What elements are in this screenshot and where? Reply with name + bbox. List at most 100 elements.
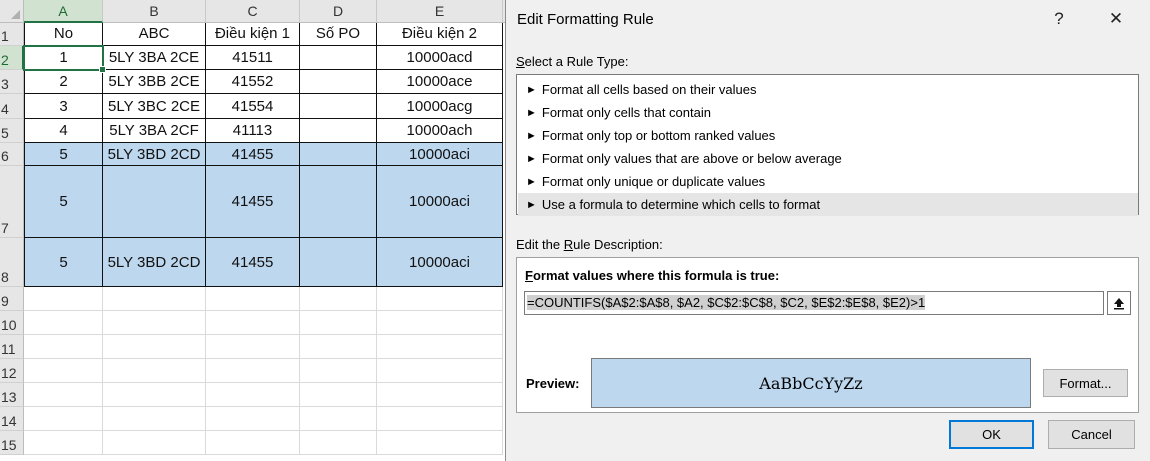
empty-cell[interactable] xyxy=(377,383,503,407)
table-cell[interactable] xyxy=(103,166,206,238)
table-cell[interactable]: 5LY 3BC 2CE xyxy=(103,94,206,119)
column-header-e[interactable]: E xyxy=(377,0,503,23)
column-header-a[interactable]: A xyxy=(24,0,103,23)
table-cell[interactable]: 41511 xyxy=(206,46,300,70)
ok-button[interactable]: OK xyxy=(949,420,1034,449)
empty-cell[interactable] xyxy=(377,407,503,431)
table-cell[interactable]: 41113 xyxy=(206,119,300,143)
column-header-b[interactable]: B xyxy=(103,0,206,23)
empty-cell[interactable] xyxy=(206,383,300,407)
table-cell[interactable]: 3 xyxy=(24,94,103,119)
table-cell[interactable]: 10000acd xyxy=(377,46,503,70)
table-cell[interactable]: 5LY 3BA 2CE xyxy=(103,46,206,70)
table-cell[interactable]: 2 xyxy=(24,70,103,94)
table-cell[interactable]: 5LY 3BB 2CE xyxy=(103,70,206,94)
header-cell[interactable]: ABC xyxy=(103,23,206,46)
empty-cell[interactable] xyxy=(24,431,103,455)
empty-cell[interactable] xyxy=(103,431,206,455)
table-cell[interactable] xyxy=(300,143,377,166)
table-cell[interactable]: 5 xyxy=(24,238,103,287)
table-cell[interactable]: 1 xyxy=(24,46,103,70)
row-header[interactable]: 11 xyxy=(0,335,24,359)
empty-cell[interactable] xyxy=(103,335,206,359)
empty-cell[interactable] xyxy=(377,287,503,311)
table-cell[interactable]: 5LY 3BD 2CD xyxy=(103,143,206,166)
row-header[interactable]: 15 xyxy=(0,431,24,455)
help-button[interactable]: ? xyxy=(1042,4,1076,34)
table-cell[interactable] xyxy=(300,94,377,119)
column-header-c[interactable]: C xyxy=(206,0,300,23)
collapse-dialog-button[interactable] xyxy=(1107,291,1131,315)
header-cell[interactable]: Số PO xyxy=(300,23,377,46)
empty-cell[interactable] xyxy=(377,335,503,359)
empty-cell[interactable] xyxy=(377,359,503,383)
empty-cell[interactable] xyxy=(24,335,103,359)
table-cell[interactable]: 41554 xyxy=(206,94,300,119)
row-header[interactable]: 13 xyxy=(0,383,24,407)
empty-cell[interactable] xyxy=(206,287,300,311)
row-header[interactable]: 8 xyxy=(0,238,24,287)
row-header[interactable]: 3 xyxy=(0,70,24,94)
row-header[interactable]: 10 xyxy=(0,311,24,335)
header-cell[interactable]: Điều kiện 1 xyxy=(206,23,300,46)
rule-type-item[interactable]: ► Format all cells based on their values xyxy=(518,78,1138,101)
empty-cell[interactable] xyxy=(103,383,206,407)
rule-type-item[interactable]: ► Format only top or bottom ranked values xyxy=(518,124,1138,147)
empty-cell[interactable] xyxy=(24,311,103,335)
empty-cell[interactable] xyxy=(300,383,377,407)
table-cell[interactable]: 10000aci xyxy=(377,166,503,238)
empty-cell[interactable] xyxy=(103,311,206,335)
table-cell[interactable]: 10000ach xyxy=(377,119,503,143)
rule-type-item[interactable]: ► Format only values that are above or be… xyxy=(518,147,1138,170)
empty-cell[interactable] xyxy=(24,383,103,407)
table-cell[interactable] xyxy=(300,70,377,94)
table-cell[interactable]: 5LY 3BA 2CF xyxy=(103,119,206,143)
row-header[interactable]: 14 xyxy=(0,407,24,431)
rule-type-list[interactable]: ► Format all cells based on their values ►… xyxy=(516,74,1139,216)
rule-type-item[interactable]: ► Format only unique or duplicate values xyxy=(518,170,1138,193)
empty-cell[interactable] xyxy=(300,359,377,383)
table-cell[interactable]: 5 xyxy=(24,166,103,238)
row-header[interactable]: 4 xyxy=(0,94,24,119)
table-cell[interactable] xyxy=(300,46,377,70)
row-header[interactable]: 6 xyxy=(0,143,24,166)
format-button[interactable]: Format... xyxy=(1043,369,1128,397)
empty-cell[interactable] xyxy=(300,311,377,335)
empty-cell[interactable] xyxy=(300,431,377,455)
row-header[interactable]: 1 xyxy=(0,23,24,46)
table-cell[interactable] xyxy=(300,238,377,287)
empty-cell[interactable] xyxy=(300,407,377,431)
table-cell[interactable]: 5 xyxy=(24,143,103,166)
table-cell[interactable]: 10000aci xyxy=(377,238,503,287)
empty-cell[interactable] xyxy=(206,431,300,455)
table-cell[interactable]: 10000acg xyxy=(377,94,503,119)
table-cell[interactable]: 41552 xyxy=(206,70,300,94)
empty-cell[interactable] xyxy=(206,359,300,383)
table-cell[interactable]: 4 xyxy=(24,119,103,143)
row-header[interactable]: 12 xyxy=(0,359,24,383)
rule-type-item[interactable]: ► Format only cells that contain xyxy=(518,101,1138,124)
header-cell[interactable]: No xyxy=(24,23,103,46)
empty-cell[interactable] xyxy=(377,311,503,335)
select-all-corner[interactable] xyxy=(0,0,24,23)
empty-cell[interactable] xyxy=(300,335,377,359)
header-cell[interactable]: Điều kiện 2 xyxy=(377,23,503,46)
empty-cell[interactable] xyxy=(24,287,103,311)
rule-type-item[interactable]: ► Use a formula to determine which cells … xyxy=(518,193,1138,216)
table-cell[interactable] xyxy=(300,119,377,143)
row-header[interactable]: 9 xyxy=(0,287,24,311)
table-cell[interactable]: 41455 xyxy=(206,143,300,166)
table-cell[interactable]: 5LY 3BD 2CD xyxy=(103,238,206,287)
empty-cell[interactable] xyxy=(300,287,377,311)
table-cell[interactable]: 41455 xyxy=(206,238,300,287)
row-header[interactable]: 5 xyxy=(0,119,24,143)
empty-cell[interactable] xyxy=(377,431,503,455)
empty-cell[interactable] xyxy=(24,407,103,431)
table-cell[interactable]: 41455 xyxy=(206,166,300,238)
column-header-d[interactable]: D xyxy=(300,0,377,23)
empty-cell[interactable] xyxy=(206,335,300,359)
close-button[interactable]: ✕ xyxy=(1099,4,1133,34)
row-header[interactable]: 7 xyxy=(0,166,24,238)
table-cell[interactable]: 10000ace xyxy=(377,70,503,94)
empty-cell[interactable] xyxy=(103,287,206,311)
